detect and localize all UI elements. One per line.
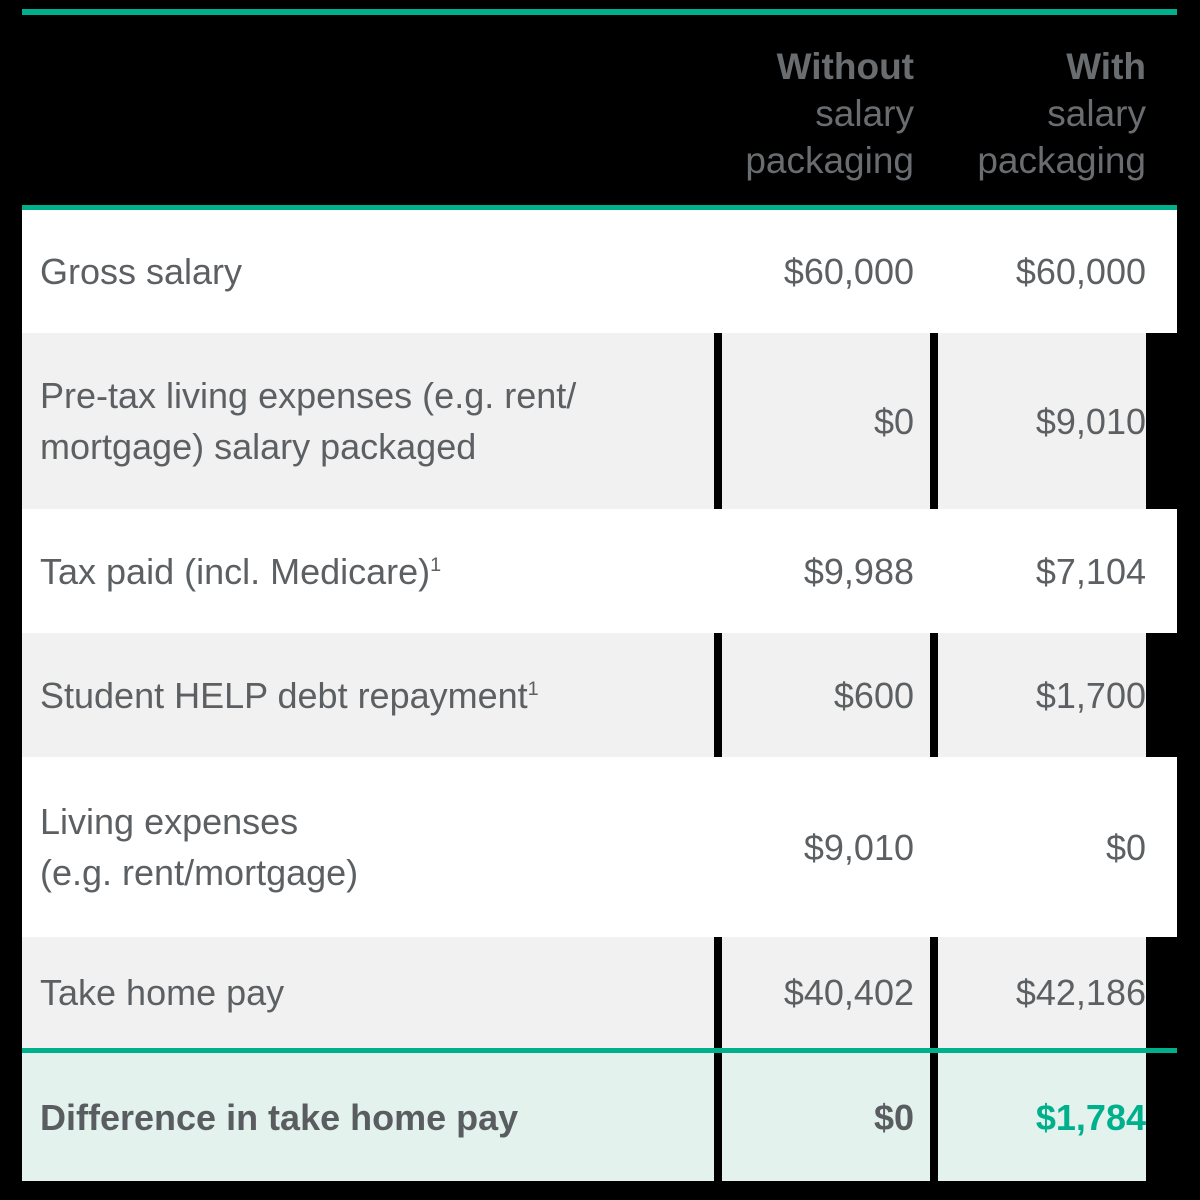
column-header-without-line-1: Without (776, 46, 914, 87)
row-value-without-difference: $0 (722, 1053, 930, 1181)
row-value-with-gross-salary: $60,000 (930, 210, 1146, 333)
row-value-without-take-home-pay: $40,402 (722, 937, 930, 1048)
row-value-without-tax-paid: $9,988 (714, 509, 930, 633)
row-value-without-gross-salary: $60,000 (714, 210, 930, 333)
column-header-with-line-2: salary (1047, 93, 1146, 134)
column-header-without-line-2: salary (815, 93, 914, 134)
row-value-with-living-expenses: $0 (930, 757, 1146, 937)
column-header-with-salary-packaging: With salary packaging (930, 15, 1146, 184)
row-label-tax-paid: Tax paid (incl. Medicare)1 (22, 509, 714, 633)
column-header-without-line-3: packaging (745, 140, 914, 181)
row-value-with-tax-paid: $7,104 (930, 509, 1146, 633)
row-label-text-line-2: mortgage) salary packaged (40, 426, 477, 467)
row-label-text-line-2: (e.g. rent/mortgage) (40, 852, 359, 893)
column-header-with-line-3: packaging (977, 140, 1146, 181)
row-label-text-line-1: Living expenses (40, 801, 299, 842)
column-header-without-salary-packaging: Without salary packaging (714, 15, 930, 184)
row-label-text: Difference in take home pay (40, 1096, 519, 1138)
row-value-without-student-help-debt-repayment: $600 (722, 633, 930, 757)
row-value-with-pre-tax-living-expenses: $9,010 (938, 333, 1146, 509)
row-value-with-difference: $1,784 (938, 1053, 1146, 1181)
table-row: Gross salary $60,000 $60,000 (22, 210, 1177, 333)
row-label-living-expenses: Living expenses (e.g. rent/mortgage) (22, 757, 714, 937)
row-label-student-help-debt-repayment: Student HELP debt repayment1 (22, 633, 714, 757)
table-row: Living expenses (e.g. rent/mortgage) $9,… (22, 757, 1177, 937)
comparison-table-body: Gross salary $60,000 $60,000 Pre-tax liv… (22, 210, 1177, 1181)
footnote-marker: 1 (430, 553, 442, 576)
row-value-with-take-home-pay: $42,186 (938, 937, 1146, 1048)
table-row: Pre-tax living expenses (e.g. rent/ mort… (22, 333, 1177, 509)
row-label-pre-tax-living-expenses: Pre-tax living expenses (e.g. rent/ mort… (22, 333, 714, 509)
table-row: Take home pay $40,402 $42,186 (22, 937, 1177, 1048)
row-value-with-student-help-debt-repayment: $1,700 (938, 633, 1146, 757)
table-header: Without salary packaging With salary pac… (0, 15, 1200, 205)
row-value-without-living-expenses: $9,010 (714, 757, 930, 937)
table-row-total: Difference in take home pay $0 $1,784 (22, 1053, 1177, 1181)
row-value-without-pre-tax-living-expenses: $0 (722, 333, 930, 509)
row-label-difference-in-take-home-pay: Difference in take home pay (22, 1053, 714, 1181)
row-label-text-line-1: Pre-tax living expenses (e.g. rent/ (40, 375, 577, 416)
row-label-text: Tax paid (incl. Medicare) (40, 550, 431, 592)
row-label-gross-salary: Gross salary (22, 210, 714, 333)
column-header-with-line-1: With (1066, 46, 1146, 87)
comparison-table-page: Without salary packaging With salary pac… (0, 0, 1200, 1200)
footnote-marker: 1 (527, 677, 539, 700)
row-label-text: Student HELP debt repayment (40, 674, 528, 716)
row-label-text: Take home pay (40, 972, 285, 1013)
table-row: Student HELP debt repayment1 $600 $1,700 (22, 633, 1177, 757)
row-label-take-home-pay: Take home pay (22, 937, 714, 1048)
row-label-text: Gross salary (40, 251, 243, 292)
table-row: Tax paid (incl. Medicare)1 $9,988 $7,104 (22, 509, 1177, 633)
